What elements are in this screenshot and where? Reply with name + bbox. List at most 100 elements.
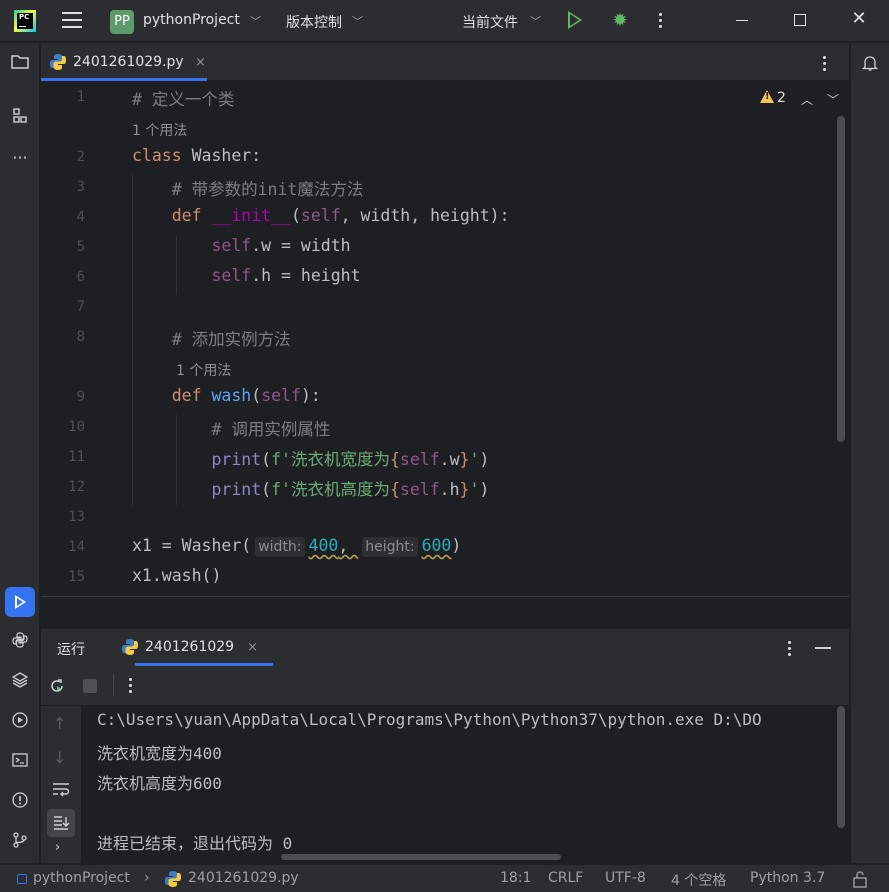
editor-more-icon[interactable] [823,56,827,74]
warnings-indicator[interactable]: 2 [760,90,786,106]
code-token: 400 [308,536,339,555]
editor-tab-bar: 2401261029.py × [41,43,849,81]
line-separator[interactable]: CRLF [548,870,583,886]
line-number: 9 [76,389,85,405]
code-token: { [389,480,400,499]
run-more-icon[interactable] [788,641,792,659]
chevron-down-icon[interactable]: ﹀ [352,13,363,29]
run-config-selector[interactable]: 当前文件 [462,12,518,32]
unlock-icon[interactable] [852,870,868,892]
breadcrumb-project[interactable]: pythonProject [33,870,130,886]
code-token: ) [479,480,490,499]
line-number: 2 [76,149,85,165]
indent-guide [132,175,133,505]
code-token: x1 = Washer( [132,536,252,555]
code-line[interactable]: def __init__(self, width, height): [132,206,510,225]
services-icon[interactable] [9,711,31,733]
python-file-icon [165,871,181,887]
toolbar-more-icon[interactable] [129,678,133,696]
code-token: x1.wash() [132,566,222,585]
run-tool-icon[interactable] [5,587,35,617]
code-line[interactable]: # 调用实例属性 [132,416,330,440]
minimize-icon[interactable] [736,20,748,21]
code-line[interactable]: def wash(self): [132,386,321,405]
code-line[interactable]: self.h = height [132,266,360,285]
status-bar: pythonProject › 2401261029.py 18:1 CRLF … [0,864,889,892]
more-tools-icon[interactable]: ··· [9,147,31,169]
editor-tab-label: 2401261029.py [73,54,184,70]
scroll-to-end-icon[interactable] [47,809,75,837]
project-name[interactable]: pythonProject [143,12,240,28]
code-line[interactable]: x1.wash() [132,566,221,585]
code-token: ) [479,450,490,469]
tab-close-icon[interactable]: × [195,55,206,70]
console-side-toolbar: ↑ ↓ › [41,706,81,863]
project-badge[interactable]: PP [110,10,134,34]
file-encoding[interactable]: UTF-8 [605,870,646,886]
code-editor[interactable]: 2 ︿ ﹀ 1 # 定义一个类 1 个用法 2 class Washer: 3 # 带参数… [41,82,849,596]
run-icon[interactable] [568,11,582,29]
code-line[interactable]: # 带参数的init魔法方法 [132,176,364,200]
code-line[interactable]: x1 = Washer(width: 400, height: 600) [132,536,461,557]
scroll-down-icon[interactable]: ↓ [53,748,66,767]
close-icon[interactable]: ✕ [850,10,868,28]
indent-setting[interactable]: 4 个空格 [671,870,726,890]
more-actions-icon[interactable] [659,13,663,31]
debug-icon[interactable]: ✹ [610,11,630,31]
run-tool-title: 运行 [57,642,85,658]
tab-close-icon[interactable]: × [247,640,258,655]
line-number: 11 [68,449,85,465]
code-token: # 调用实例属性 [211,420,331,439]
run-console[interactable]: C:\Users\yuan\AppData\Local\Programs\Pyt… [81,706,849,863]
code-line[interactable]: print(f'洗衣机高度为{self.h}') [132,476,489,500]
usages-hint[interactable]: 1 个用法 [132,120,187,140]
maximize-icon[interactable] [794,14,806,26]
chevron-down-icon[interactable]: ﹀ [250,13,261,29]
prev-highlight-icon[interactable]: ︿ [801,91,813,108]
scroll-up-icon[interactable]: ↑ [53,714,66,733]
stop-icon[interactable] [83,679,97,693]
code-line[interactable]: # 添加实例方法 [132,326,291,350]
console-scrollbar[interactable] [837,706,845,828]
code-token: self [300,206,341,225]
soft-wrap-icon[interactable] [51,780,71,802]
usages-hint[interactable]: 1 个用法 [176,360,231,380]
code-token: print [211,480,262,499]
editor-scrollbar[interactable] [837,116,845,442]
main-menu-icon[interactable] [62,12,84,30]
code-line[interactable]: class Washer: [132,146,261,165]
python-console-icon[interactable] [9,631,31,653]
notifications-bell-icon[interactable] [861,54,879,72]
terminal-icon[interactable] [9,751,31,773]
run-tool-header: 运行 2401261029 × [41,628,849,666]
folder-icon[interactable] [9,53,31,75]
console-line: 进程已结束，退出代码为 0 [97,834,293,853]
code-token: def [171,386,212,405]
git-icon[interactable] [9,831,31,853]
line-number: 8 [76,329,85,345]
console-hscrollbar[interactable] [281,854,561,860]
caret-position[interactable]: 18:1 [500,870,531,886]
code-line[interactable]: print(f'洗衣机宽度为{self.w}') [132,446,489,470]
layers-icon[interactable] [9,671,31,693]
code-token: 600 [421,536,452,555]
code-line[interactable]: self.w = width [132,236,350,255]
code-token: ' [469,480,480,499]
editor-run-divider[interactable] [41,596,849,628]
python-interpreter[interactable]: Python 3.7 [750,870,825,886]
vcs-menu[interactable]: 版本控制 [286,12,342,32]
code-token: self [399,450,440,469]
problems-icon[interactable] [9,791,31,813]
hide-panel-icon[interactable] [815,647,831,649]
chevron-down-icon[interactable]: ﹀ [530,13,541,29]
breadcrumb-file[interactable]: 2401261029.py [188,870,299,886]
warnings-count: 2 [777,90,786,106]
expand-icon[interactable]: › [55,840,60,855]
code-line[interactable]: # 定义一个类 [132,86,234,110]
line-number: 7 [76,299,85,315]
structure-icon[interactable] [9,107,31,129]
next-highlight-icon[interactable]: ﹀ [827,91,839,108]
rerun-icon[interactable] [48,677,66,699]
